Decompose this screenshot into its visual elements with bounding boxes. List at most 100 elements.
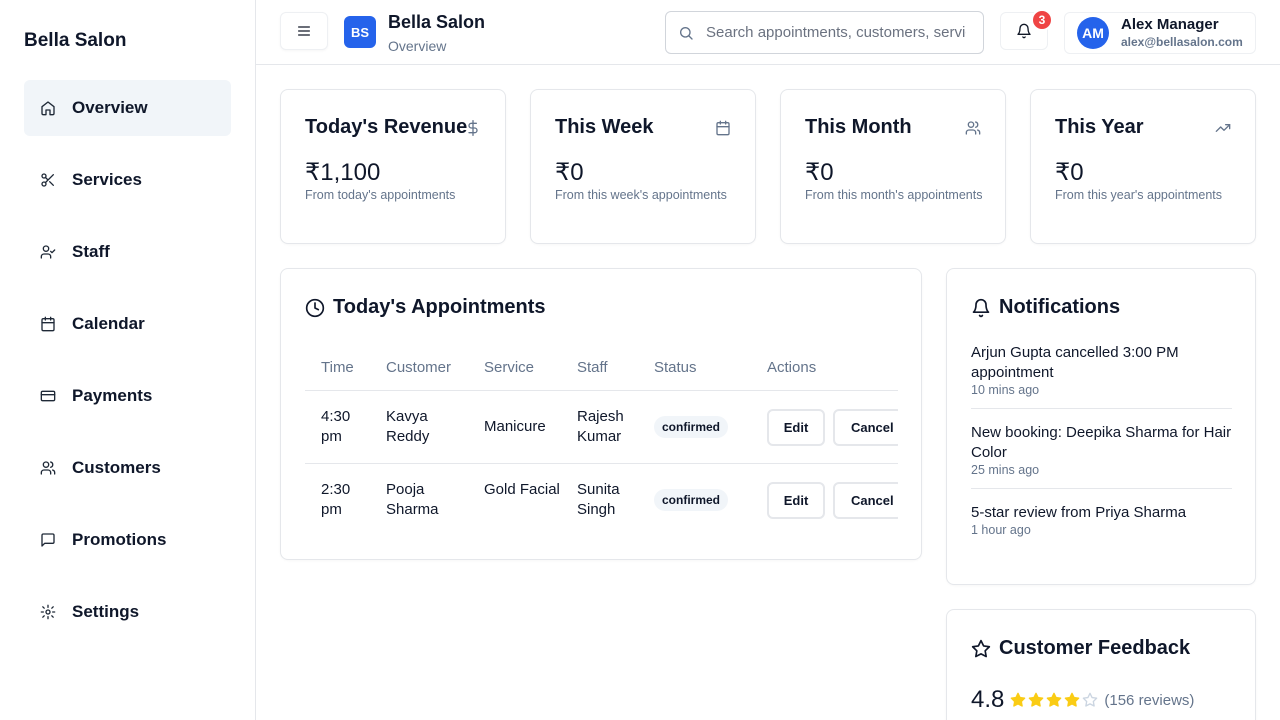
sidebar-item-promotions[interactable]: Promotions (24, 512, 231, 568)
sidebar-item-settings[interactable]: Settings (24, 584, 231, 640)
review-count: (156 reviews) (1104, 691, 1195, 709)
status-badge: confirmed (654, 416, 729, 438)
stat-value: ₹0 (555, 159, 584, 186)
calendar-icon (40, 316, 56, 332)
user-name: Alex Manager (1121, 16, 1219, 33)
column-header-service: Service (484, 359, 535, 376)
table-row: 4:30 pm Kavya Reddy Manicure Rajesh Kuma… (305, 391, 898, 464)
appointments-card: Today's Appointments Time Customer Servi… (280, 268, 922, 560)
status-badge: confirmed (654, 489, 729, 511)
sidebar-item-calendar[interactable]: Calendar (24, 296, 231, 352)
star-filled-icon (1010, 692, 1026, 708)
feedback-header: Customer Feedback (971, 637, 1190, 660)
logo-badge: BS (344, 16, 376, 48)
stat-title: Today's Revenue (305, 116, 468, 138)
sidebar-item-label: Promotions (72, 530, 167, 549)
notification-list: Arjun Gupta cancelled 3:00 PM appointmen… (971, 343, 1232, 562)
star-filled-icon (1064, 692, 1080, 708)
message-square-icon (40, 532, 56, 548)
stat-title: This Month (805, 116, 912, 138)
stat-description: From today's appointments (305, 188, 456, 202)
cancel-button[interactable]: Cancel (833, 482, 898, 519)
search-input[interactable] (706, 24, 966, 41)
feedback-title: Customer Feedback (999, 637, 1191, 659)
cell-customer: Pooja Sharma (386, 481, 439, 518)
cell-service: Gold Facial (484, 481, 560, 498)
stat-value: ₹0 (1055, 159, 1084, 186)
star-rating (1010, 692, 1100, 708)
table-header: Time Customer Service Staff Status Actio… (305, 347, 898, 391)
search-icon (678, 25, 694, 41)
sidebar-item-label: Settings (72, 602, 140, 621)
edit-button[interactable]: Edit (767, 482, 825, 519)
notification-count-badge: 3 (1031, 9, 1053, 31)
menu-toggle-button[interactable] (280, 12, 328, 50)
notification-item[interactable]: Arjun Gupta cancelled 3:00 PM appointmen… (971, 343, 1232, 409)
bell-icon (1016, 23, 1032, 39)
home-icon (40, 100, 56, 116)
notification-text: Arjun Gupta cancelled 3:00 PM appointmen… (971, 344, 1179, 381)
avatar: AM (1077, 17, 1109, 49)
sidebar-brand: Bella Salon (24, 30, 127, 51)
sidebar-item-staff[interactable]: Staff (24, 224, 231, 280)
star-filled-icon (1028, 692, 1044, 708)
users-icon (40, 460, 56, 476)
notification-time: 25 mins ago (971, 463, 1040, 477)
stat-title: This Week (555, 116, 654, 138)
notifications-header: Notifications (971, 296, 1120, 319)
rating-summary: 4.8 (156 reviews) (971, 686, 1194, 714)
stat-description: From this month's appointments (805, 188, 983, 202)
cell-time: 2:30 pm (321, 481, 351, 518)
notification-item[interactable]: 5-star review from Priya Sharma 1 hour a… (971, 503, 1232, 548)
notification-text: 5-star review from Priya Sharma (971, 504, 1187, 521)
sidebar-item-payments[interactable]: Payments (24, 368, 231, 424)
notification-time: 1 hour ago (971, 523, 1031, 537)
edit-button[interactable]: Edit (767, 409, 825, 446)
notifications-title: Notifications (999, 296, 1121, 318)
cancel-button[interactable]: Cancel (833, 409, 898, 446)
user-menu[interactable]: AM Alex Manager alex@bellasalon.com (1064, 12, 1256, 54)
notification-time: 10 mins ago (971, 383, 1040, 397)
sidebar-item-services[interactable]: Services (24, 152, 231, 208)
notification-item[interactable]: New booking: Deepika Sharma for Hair Col… (971, 423, 1232, 489)
rating-score: 4.8 (971, 686, 1005, 713)
column-header-staff: Staff (577, 359, 608, 376)
search-box (665, 11, 984, 54)
star-outline-icon (971, 639, 991, 659)
credit-card-icon (40, 388, 56, 404)
sidebar-item-customers[interactable]: Customers (24, 440, 231, 496)
page-title: Bella Salon (388, 12, 486, 32)
sidebar-item-label: Customers (72, 458, 161, 477)
cell-service: Manicure (484, 418, 546, 435)
menu-icon (296, 23, 312, 39)
notification-text: New booking: Deepika Sharma for Hair Col… (971, 424, 1232, 461)
sidebar-item-overview[interactable]: Overview (24, 80, 231, 136)
user-email: alex@bellasalon.com (1121, 35, 1243, 49)
stat-value: ₹0 (805, 159, 834, 186)
sidebar-item-label: Overview (72, 98, 148, 117)
stat-description: From this year's appointments (1055, 188, 1223, 202)
scissors-icon (40, 172, 56, 188)
stat-card-month: This Month ₹0 From this month's appointm… (780, 89, 1006, 244)
top-header: BS Bella Salon Overview 3 AM Alex Manage… (256, 0, 1280, 65)
page-subtitle: Overview (388, 38, 447, 54)
calendar-icon (715, 120, 731, 136)
sidebar-item-label: Staff (72, 242, 110, 261)
column-header-status: Status (654, 359, 697, 376)
sidebar-nav: Overview Services Staff Calendar Payment… (24, 80, 231, 656)
sidebar-item-label: Services (72, 170, 142, 189)
notifications-card: Notifications Arjun Gupta cancelled 3:00… (946, 268, 1256, 585)
cell-staff: Sunita Singh (577, 481, 620, 518)
trending-up-icon (1215, 120, 1231, 136)
clock-icon (305, 298, 325, 318)
star-empty-icon (1082, 692, 1098, 708)
column-header-customer: Customer (386, 359, 452, 376)
sidebar-item-label: Calendar (72, 314, 145, 333)
gear-icon (40, 604, 56, 620)
user-check-icon (40, 244, 56, 260)
sidebar: Bella Salon Overview Services Staff Cale… (0, 0, 256, 720)
cell-time: 4:30 pm (321, 408, 351, 445)
dollar-icon (465, 120, 481, 136)
cell-staff: Rajesh Kumar (577, 408, 624, 445)
column-header-actions: Actions (767, 359, 817, 376)
